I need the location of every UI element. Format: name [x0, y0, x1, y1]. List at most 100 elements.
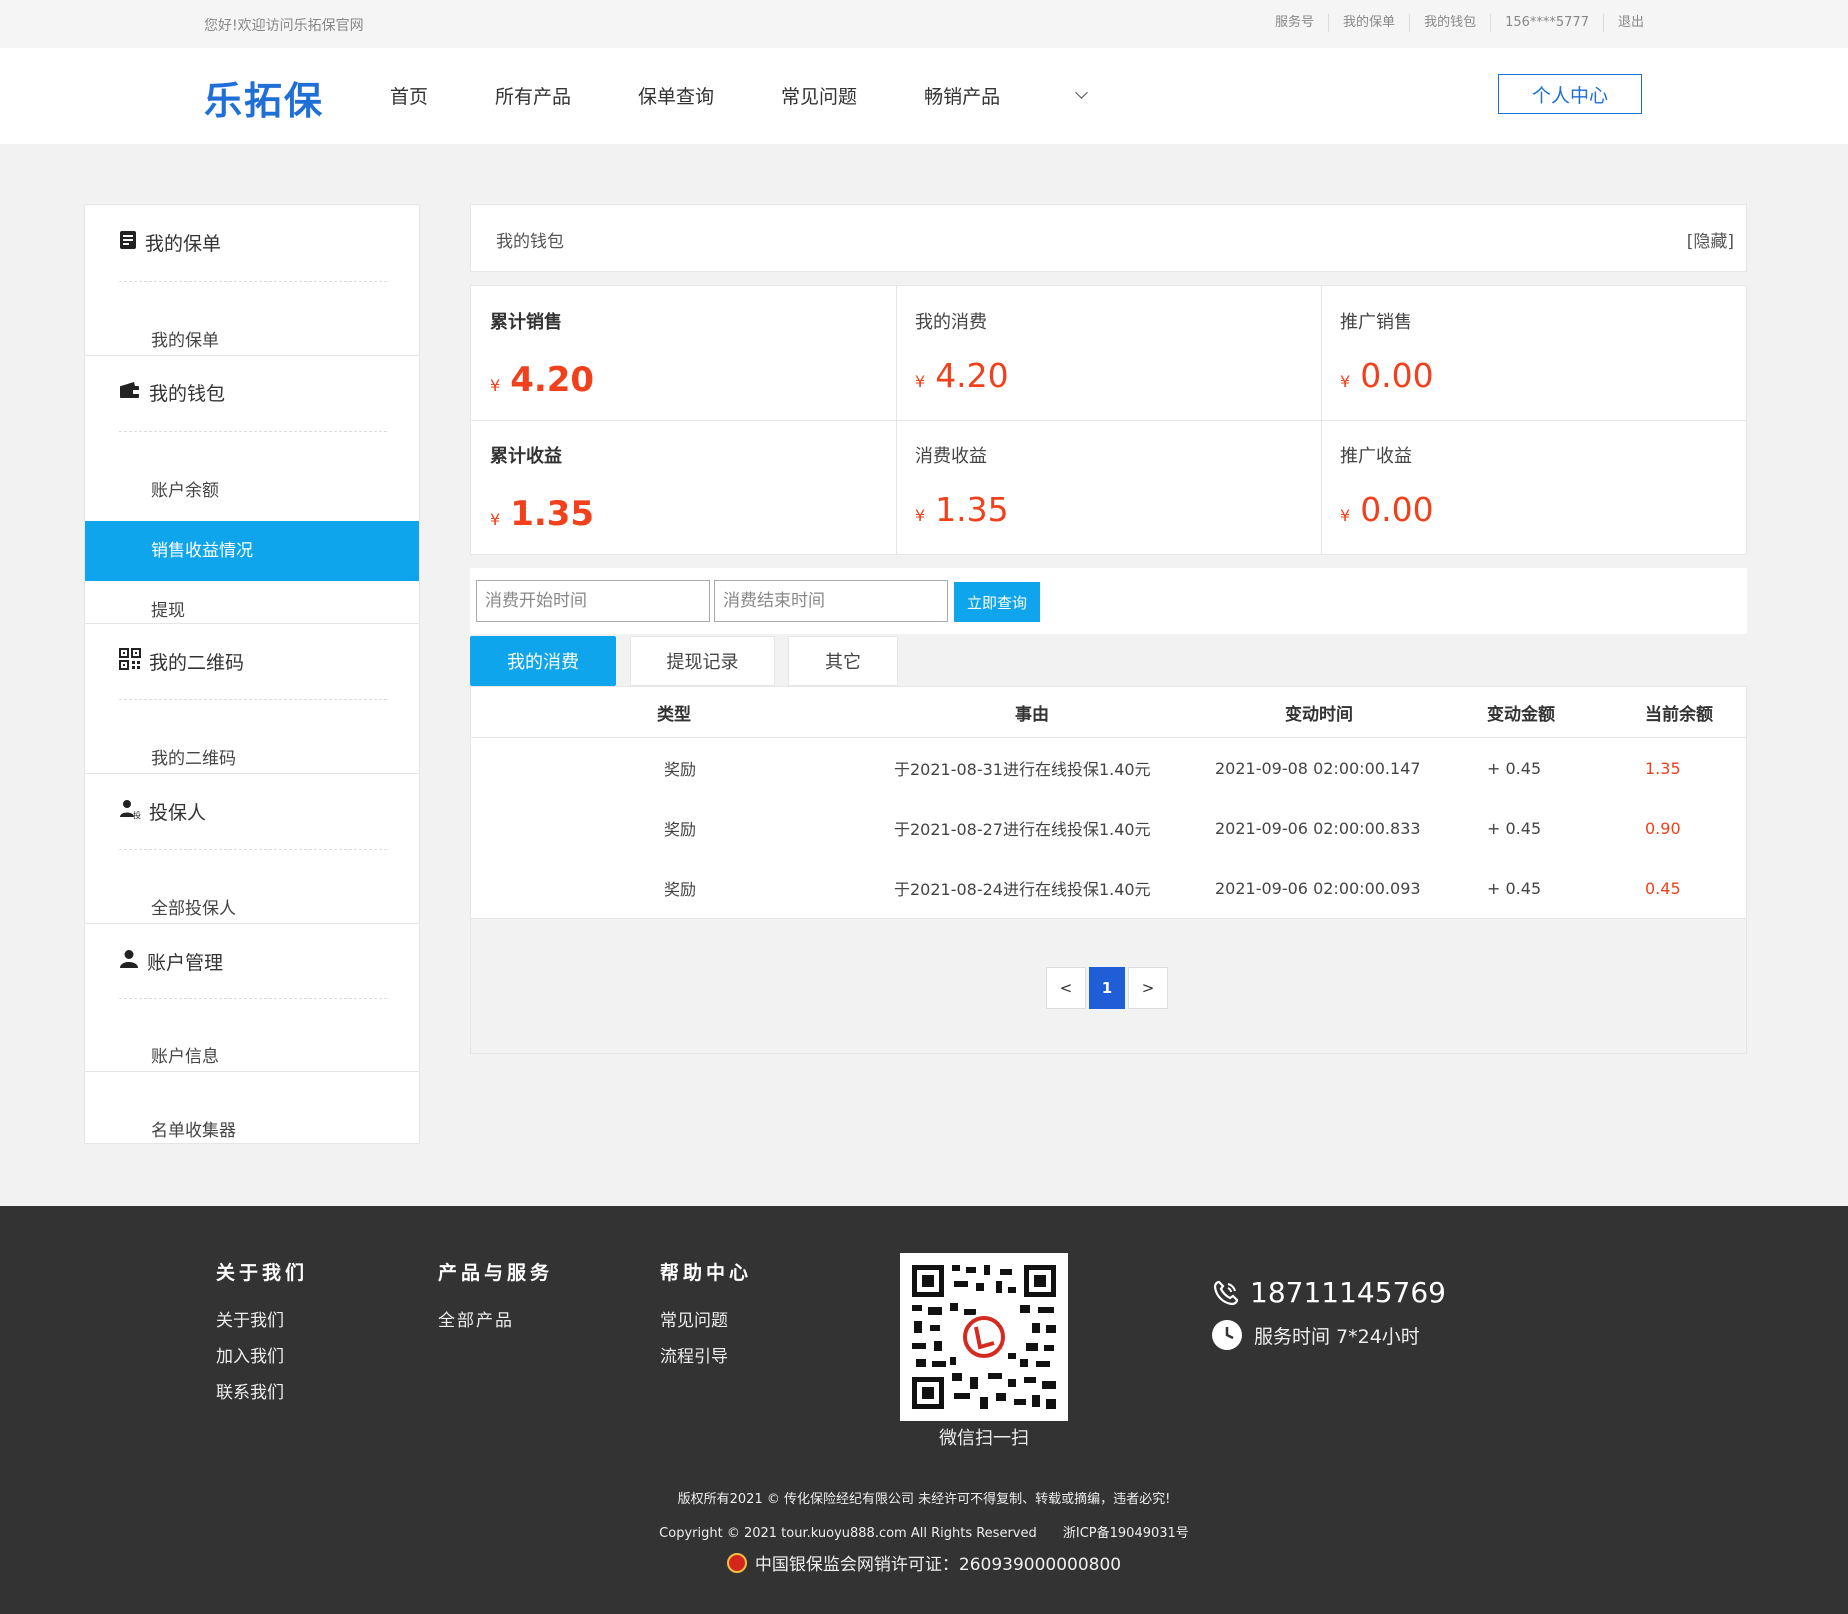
footer: 关于我们 关于我们 加入我们 联系我们 产品与服务 全部产品 帮助中心 常见问题…	[0, 1206, 1848, 1614]
footer-col-title: 产品与服务	[438, 1262, 554, 1284]
sidebar-item-account-info[interactable]: 账户信息	[85, 1027, 419, 1087]
divider	[119, 281, 387, 282]
divider	[119, 849, 387, 850]
cell-balance: 0.90	[1645, 818, 1681, 838]
sidebar-item-my-policy[interactable]: 我的保单	[85, 311, 419, 371]
divider	[471, 420, 1746, 421]
footer-col-about: 关于我们 关于我们 加入我们 联系我们	[216, 1258, 308, 1411]
sidebar-section-title: 账户管理	[147, 952, 224, 974]
cell-amount: + 0.45	[1487, 878, 1542, 898]
phone-icon	[1212, 1279, 1240, 1307]
nav-home[interactable]: 首页	[390, 82, 428, 109]
divider	[85, 623, 419, 624]
tab-my-consumption[interactable]: 我的消费	[470, 636, 616, 686]
tab-other[interactable]: 其它	[788, 636, 898, 686]
pagination: < 1 >	[1046, 967, 1171, 1009]
sidebar-item-account-balance[interactable]: 账户余额	[85, 461, 419, 521]
footer-link-faq[interactable]: 常见问题	[660, 1303, 752, 1339]
policy-icon	[119, 230, 137, 255]
top-link-logout[interactable]: 退出	[1602, 14, 1644, 32]
next-page-button[interactable]: >	[1128, 967, 1168, 1009]
footer-link-all-products[interactable]: 全部产品	[438, 1303, 553, 1339]
footer-link-join[interactable]: 加入我们	[216, 1339, 308, 1375]
currency-symbol: ¥	[1340, 506, 1351, 525]
cell-type: 奖励	[664, 820, 697, 839]
footer-link-contact[interactable]: 联系我们	[216, 1375, 308, 1411]
service-hours: 服务时间 7*24小时	[1212, 1320, 1420, 1350]
footer-link-about[interactable]: 关于我们	[216, 1303, 308, 1339]
sidebar-item-my-qrcode[interactable]: 我的二维码	[85, 729, 419, 789]
stat-value: ¥0.00	[1340, 490, 1434, 529]
stat-my-consumption: 我的消费 ¥4.20	[896, 286, 1321, 420]
stat-total-earnings: 累计收益 ¥1.35	[471, 420, 896, 554]
top-bar: 您好!欢迎访问乐拓保官网 服务号 我的保单 我的钱包 156****5777 退…	[0, 0, 1848, 48]
currency-symbol: ¥	[915, 372, 926, 391]
wechat-qrcode	[900, 1253, 1068, 1421]
nav-all-products[interactable]: 所有产品	[495, 82, 571, 109]
national-emblem-icon	[726, 1552, 747, 1573]
cell-reason: 于2021-08-24进行在线投保1.40元	[894, 880, 1151, 899]
stat-value: ¥4.20	[490, 360, 594, 400]
sidebar-section-my-wallet: 我的钱包	[119, 379, 225, 406]
stat-label: 推广销售	[1340, 312, 1412, 333]
sidebar: 我的保单 我的保单 我的钱包 账户余额 销售收益情况 提现 我的二维码 我的二维…	[84, 204, 420, 1144]
nav-faq[interactable]: 常见问题	[781, 82, 857, 109]
wallet-title: 我的钱包	[496, 232, 564, 252]
cell-balance: 1.35	[1645, 758, 1681, 778]
chevron-down-icon	[1075, 86, 1088, 99]
wallet-icon	[119, 381, 141, 404]
currency-symbol: ¥	[1340, 372, 1351, 391]
personal-center-button[interactable]: 个人中心	[1498, 74, 1642, 114]
icp-number[interactable]: 浙ICP备19049031号	[1063, 1526, 1189, 1541]
stat-number: 1.35	[510, 494, 595, 534]
stat-promo-sales: 推广销售 ¥0.00	[1321, 286, 1746, 420]
copyright-cn: 版权所有2021 © 传化保险经纪有限公司 未经许可不得复制、转载或摘编，违者必…	[677, 1492, 1171, 1507]
divider	[119, 431, 387, 432]
cell-amount: + 0.45	[1487, 758, 1542, 778]
stat-promo-earnings: 推广收益 ¥0.00	[1321, 420, 1746, 554]
sidebar-item-sales-earnings[interactable]: 销售收益情况	[85, 521, 419, 581]
end-date-input[interactable]: 消费结束时间	[714, 580, 948, 622]
site-logo[interactable]: 乐拓保	[204, 70, 324, 125]
stat-label: 累计销售	[490, 312, 562, 333]
query-button[interactable]: 立即查询	[954, 582, 1040, 622]
tab-withdraw-records[interactable]: 提现记录	[630, 636, 775, 686]
sidebar-section-title: 我的二维码	[149, 652, 245, 674]
stat-number: 4.20	[510, 360, 595, 400]
copyright-en: Copyright © 2021 tour.kuoyu888.com All R…	[659, 1526, 1037, 1541]
sidebar-section-title: 我的钱包	[149, 383, 226, 405]
stat-number: 1.35	[935, 490, 1009, 529]
top-link-my-policy[interactable]: 我的保单	[1328, 14, 1409, 32]
cell-type: 奖励	[664, 760, 697, 779]
wallet-stats: 累计销售 ¥4.20 我的消费 ¥4.20 推广销售 ¥0.00 累计收益 ¥1…	[470, 285, 1747, 555]
hide-toggle[interactable]: [隐藏]	[1687, 227, 1734, 252]
stat-label: 我的消费	[915, 312, 987, 333]
stat-label: 消费收益	[915, 446, 987, 467]
top-link-service-account[interactable]: 服务号	[1261, 14, 1328, 32]
nav-bestsellers[interactable]: 畅销产品	[924, 82, 1088, 109]
sidebar-item-all-insured[interactable]: 全部投保人	[85, 879, 419, 939]
top-link-account-phone[interactable]: 156****5777	[1490, 14, 1603, 32]
svg-text:投: 投	[133, 810, 141, 819]
prev-page-button[interactable]: <	[1046, 967, 1086, 1009]
sidebar-section-insured: 投 投保人	[119, 798, 206, 825]
license-text: 中国银保监会网销许可证：260939000000800	[754, 1555, 1122, 1575]
sidebar-item-list-collector[interactable]: 名单收集器	[85, 1101, 419, 1161]
footer-col-help: 帮助中心 常见问题 流程引导	[660, 1258, 752, 1375]
phone-number: 18711145769	[1250, 1276, 1446, 1309]
sidebar-item-withdraw[interactable]: 提现	[85, 581, 419, 641]
service-time-text: 服务时间 7*24小时	[1254, 1325, 1420, 1348]
footer-col-title: 帮助中心	[660, 1262, 753, 1284]
main-header: 乐拓保 首页 所有产品 保单查询 常见问题 畅销产品 个人中心	[0, 48, 1848, 144]
footer-link-guide[interactable]: 流程引导	[660, 1339, 752, 1375]
date-filter: 消费开始时间 消费结束时间 立即查询	[470, 568, 1747, 634]
nav-policy-query[interactable]: 保单查询	[638, 82, 714, 109]
stat-label: 推广收益	[1340, 446, 1412, 467]
insured-user-icon: 投	[119, 799, 141, 824]
page-1-button[interactable]: 1	[1089, 967, 1125, 1009]
top-link-my-wallet[interactable]: 我的钱包	[1409, 14, 1490, 32]
start-date-input[interactable]: 消费开始时间	[476, 580, 710, 622]
stat-value: ¥4.20	[915, 356, 1009, 395]
table-row: 奖励 于2021-08-27进行在线投保1.40元 2021-09-06 02:…	[471, 798, 1746, 859]
wallet-header: 我的钱包 [隐藏]	[470, 204, 1747, 272]
